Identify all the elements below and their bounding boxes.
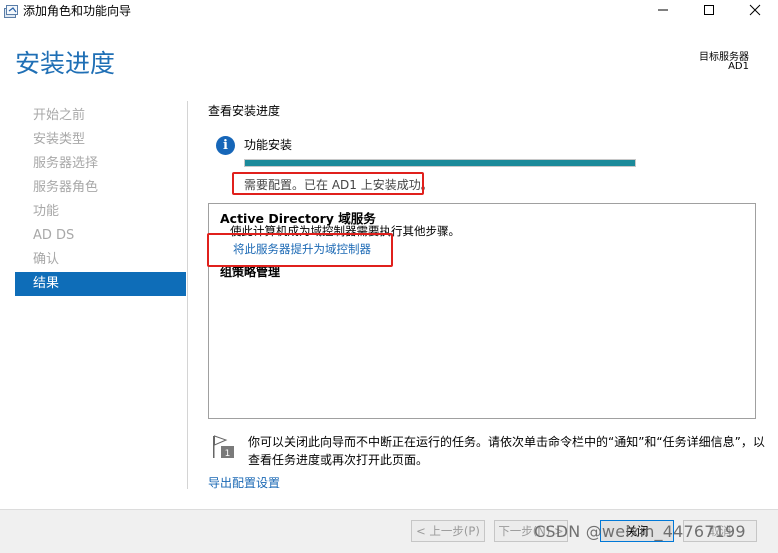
sidebar-divider bbox=[187, 101, 188, 489]
minimize-icon bbox=[658, 9, 668, 11]
sidebar-item-ad-ds[interactable]: AD DS bbox=[15, 224, 186, 248]
section-title: 查看安装进度 bbox=[208, 104, 281, 118]
note-text-line-1: 你可以关闭此向导而不中断正在运行的任务。请依次单击命令栏中的“通知”和“任务详细… bbox=[248, 435, 765, 449]
promote-link-highlight-box bbox=[207, 233, 393, 267]
sidebar-item-server-roles[interactable]: 服务器角色 bbox=[15, 176, 186, 200]
wizard-app-icon bbox=[4, 3, 18, 18]
sidebar-item-installation-type[interactable]: 安装类型 bbox=[15, 128, 186, 152]
sidebar-item-before-you-begin[interactable]: 开始之前 bbox=[15, 104, 186, 128]
status-highlight-box bbox=[232, 172, 424, 195]
sidebar-item-confirmation[interactable]: 确认 bbox=[15, 248, 186, 272]
sidebar-item-results[interactable]: 结果 bbox=[15, 272, 186, 296]
minimize-button[interactable] bbox=[640, 0, 686, 20]
watermark-text: CSDN @weixin_44767199 bbox=[534, 522, 746, 541]
feature-installation-label: 功能安装 bbox=[244, 138, 293, 152]
flag-note-icon: 1 bbox=[212, 434, 236, 460]
note-text-line-2: 查看任务进度或再次打开此页面。 bbox=[248, 453, 429, 467]
sidebar-item-server-selection[interactable]: 服务器选择 bbox=[15, 152, 186, 176]
installation-progress-bar bbox=[244, 159, 636, 167]
export-settings-link[interactable]: 导出配置设置 bbox=[208, 474, 280, 491]
svg-text:1: 1 bbox=[225, 449, 231, 459]
window-title: 添加角色和功能向导 bbox=[23, 4, 132, 18]
sidebar-item-features[interactable]: 功能 bbox=[15, 200, 186, 224]
maximize-icon bbox=[704, 5, 714, 15]
progress-fill bbox=[245, 160, 635, 166]
maximize-button[interactable] bbox=[686, 0, 732, 20]
close-icon bbox=[749, 4, 761, 16]
page-title: 安装进度 bbox=[15, 49, 116, 78]
close-window-button[interactable] bbox=[732, 0, 778, 20]
info-icon: i bbox=[216, 136, 235, 155]
target-server-value: AD1 bbox=[728, 61, 749, 72]
previous-button[interactable]: < 上一步(P) bbox=[411, 520, 485, 542]
